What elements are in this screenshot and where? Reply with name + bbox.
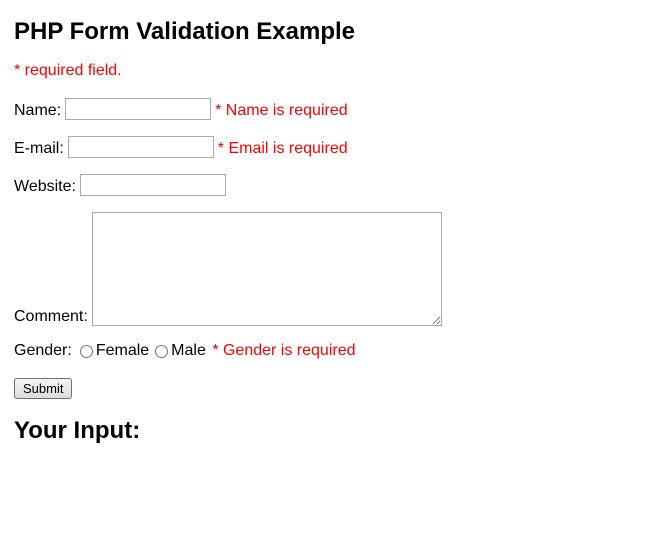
name-label: Name: xyxy=(14,102,61,120)
gender-male-label: Male xyxy=(171,342,206,360)
email-input[interactable] xyxy=(68,136,214,158)
gender-female-label: Female xyxy=(96,342,149,360)
name-error: * Name is required xyxy=(215,102,348,120)
required-field-note: * required field. xyxy=(14,62,651,80)
output-heading: Your Input: xyxy=(14,417,651,445)
gender-male-radio[interactable] xyxy=(155,345,168,358)
comment-label: Comment: xyxy=(14,308,88,326)
email-error: * Email is required xyxy=(218,140,348,158)
gender-error: * Gender is required xyxy=(212,342,355,360)
gender-female-radio[interactable] xyxy=(80,345,93,358)
gender-label: Gender: xyxy=(14,342,72,360)
page-title: PHP Form Validation Example xyxy=(14,18,651,46)
comment-textarea[interactable] xyxy=(92,212,442,326)
email-label: E-mail: xyxy=(14,140,64,158)
name-input[interactable] xyxy=(65,98,211,120)
website-input[interactable] xyxy=(80,174,226,196)
submit-button[interactable] xyxy=(14,378,72,399)
website-label: Website: xyxy=(14,178,76,196)
